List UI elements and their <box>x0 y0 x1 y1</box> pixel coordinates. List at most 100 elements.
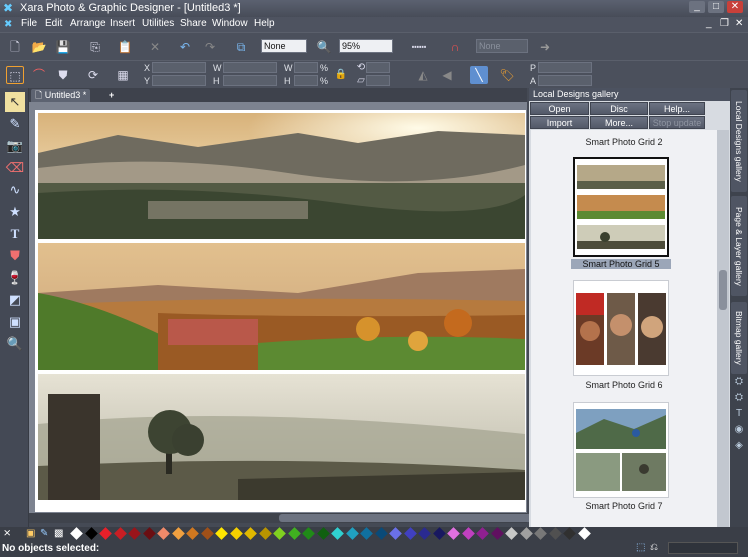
photo-misty-sunrise[interactable] <box>38 113 525 239</box>
rotation-field[interactable] <box>366 62 390 73</box>
color-swatch[interactable] <box>113 527 127 540</box>
color-gallery-icon[interactable]: ◉ <box>733 424 745 436</box>
quality-select[interactable]: None <box>261 39 307 53</box>
gallery-scrollbar[interactable] <box>717 130 729 527</box>
gallery-icon-1[interactable]: ⛭ <box>733 376 745 388</box>
freehand-tool-icon[interactable]: ∿ <box>5 180 25 200</box>
rotate-handle-icon[interactable]: ⟳ <box>84 66 102 84</box>
select-bounds-icon[interactable]: ⬚ <box>6 66 24 84</box>
gallery-item-label-selected[interactable]: Smart Photo Grid 5 <box>571 259 671 269</box>
redo-icon[interactable]: ↷ <box>201 38 219 56</box>
document-page[interactable] <box>35 110 526 512</box>
color-swatch[interactable] <box>186 527 199 540</box>
color-swatch[interactable] <box>577 527 591 540</box>
photo-foggy-field[interactable] <box>38 374 525 500</box>
color-swatch[interactable] <box>447 527 460 540</box>
tab-page-layer-gallery[interactable]: Page & Layer gallery <box>731 196 747 296</box>
gallery-scroll-thumb[interactable] <box>719 270 727 310</box>
gallery-more-button[interactable]: More... <box>590 116 648 129</box>
doc-restore-button[interactable]: ❐ <box>720 18 729 29</box>
undo-icon[interactable]: ↶ <box>176 38 194 56</box>
close-button[interactable]: ✕ <box>727 1 743 13</box>
color-swatch[interactable] <box>461 527 475 540</box>
color-swatch[interactable] <box>215 527 228 540</box>
color-swatch[interactable] <box>287 527 301 540</box>
open-folder-icon[interactable]: 📂 <box>30 38 48 56</box>
text-tool-icon[interactable]: T <box>5 224 25 244</box>
menu-window[interactable]: Window <box>212 18 248 29</box>
transform-icon[interactable]: ⧉ <box>232 38 250 56</box>
zoom-select[interactable]: 95% <box>339 39 393 53</box>
clipart-gallery-icon[interactable]: ◈ <box>733 440 745 452</box>
menu-insert[interactable]: Insert <box>110 18 135 29</box>
width-field[interactable] <box>223 62 277 73</box>
contour-tool-icon[interactable]: ▣ <box>5 312 25 332</box>
tab-bitmap-gallery[interactable]: Bitmap gallery <box>731 302 747 374</box>
color-swatch[interactable] <box>519 527 533 540</box>
color-swatch[interactable] <box>345 527 359 540</box>
color-swatch[interactable] <box>258 527 272 540</box>
eraser-tool-icon[interactable]: ⌫ <box>5 158 25 178</box>
menu-arrange[interactable]: Arrange <box>70 18 106 29</box>
color-swatch[interactable] <box>476 527 489 540</box>
color-swatch[interactable] <box>389 527 402 540</box>
horizontal-scrollbar[interactable] <box>29 513 559 523</box>
flip-horizontal-icon[interactable]: ◭ <box>414 66 432 84</box>
tab-untitled3[interactable]: 🗋 Untitled3 * <box>31 89 91 102</box>
thumb-smart-photo-grid-5[interactable] <box>573 157 669 257</box>
gallery-item-label[interactable]: Smart Photo Grid 2 <box>531 137 717 147</box>
color-swatch[interactable] <box>490 527 504 540</box>
status-icon-1[interactable]: ⬚ <box>636 542 648 554</box>
skew-field[interactable] <box>366 75 390 86</box>
p-field[interactable] <box>538 62 592 73</box>
photo-tool-icon[interactable]: 📷 <box>5 136 25 156</box>
gallery-import-button[interactable]: Import <box>530 116 589 129</box>
x-field[interactable] <box>152 62 206 73</box>
pen-tool-icon[interactable]: ✎ <box>5 114 25 134</box>
horizontal-scroll-thumb[interactable] <box>279 514 559 522</box>
color-swatch[interactable] <box>142 527 156 540</box>
gallery-icon-2[interactable]: ⛭ <box>733 392 745 404</box>
selector-tool-icon[interactable]: ↖ <box>5 92 25 112</box>
scale-h-field[interactable] <box>294 75 318 86</box>
canvas-area[interactable] <box>29 102 527 513</box>
new-document-icon[interactable]: 🗋 <box>6 38 24 56</box>
color-swatch[interactable] <box>99 527 112 540</box>
lock-aspect-icon[interactable]: 🔒 <box>332 66 350 84</box>
gallery-disc-designs-button[interactable]: Disc designs... <box>590 102 648 126</box>
doc-close-button[interactable]: ✕ <box>735 18 743 29</box>
tag-icon[interactable]: 🏷 <box>498 66 516 84</box>
gallery-item-label[interactable]: Smart Photo Grid 7 <box>531 501 717 511</box>
y-field[interactable] <box>152 75 206 86</box>
minimize-button[interactable]: _ <box>689 1 705 13</box>
snap-magnet-icon[interactable]: ∩ <box>446 38 464 56</box>
forward-arrow-icon[interactable]: ➜ <box>536 38 554 56</box>
shadow-tool-icon[interactable]: ◩ <box>5 290 25 310</box>
menu-share[interactable]: Share <box>180 18 207 29</box>
menu-edit[interactable]: Edit <box>45 18 62 29</box>
color-swatch[interactable] <box>548 527 562 540</box>
color-swatch[interactable] <box>273 527 286 540</box>
color-swatch[interactable] <box>534 527 547 540</box>
tab-local-designs-gallery[interactable]: Local Designs gallery <box>731 90 747 192</box>
color-swatch[interactable] <box>563 527 576 540</box>
maximize-button[interactable]: □ <box>708 1 724 13</box>
eyedropper-icon[interactable]: ✎ <box>40 528 48 539</box>
shape-tool-icon[interactable]: ★ <box>5 202 25 222</box>
color-swatch[interactable] <box>171 527 185 540</box>
save-icon[interactable]: 💾 <box>54 38 72 56</box>
gallery-help-button[interactable]: Help... <box>649 102 705 115</box>
color-swatch[interactable] <box>70 527 83 540</box>
color-swatch[interactable] <box>432 527 446 540</box>
photo-autumn-village[interactable] <box>38 243 525 370</box>
gallery-list[interactable]: Smart Photo Grid 2 Smart Photo Grid 5 Sm… <box>531 130 717 527</box>
fill-bucket-icon[interactable]: ⛊ <box>54 66 72 84</box>
color-swatch[interactable] <box>374 527 388 540</box>
add-tab-button[interactable]: + <box>105 89 119 102</box>
color-swatch[interactable] <box>128 527 141 540</box>
color-swatch[interactable] <box>229 527 243 540</box>
color-swatch[interactable] <box>403 527 417 540</box>
copy-icon[interactable]: ⎘ <box>86 38 104 56</box>
menu-file[interactable]: File <box>21 18 37 29</box>
color-editor-icon[interactable]: ▣ <box>26 528 35 539</box>
